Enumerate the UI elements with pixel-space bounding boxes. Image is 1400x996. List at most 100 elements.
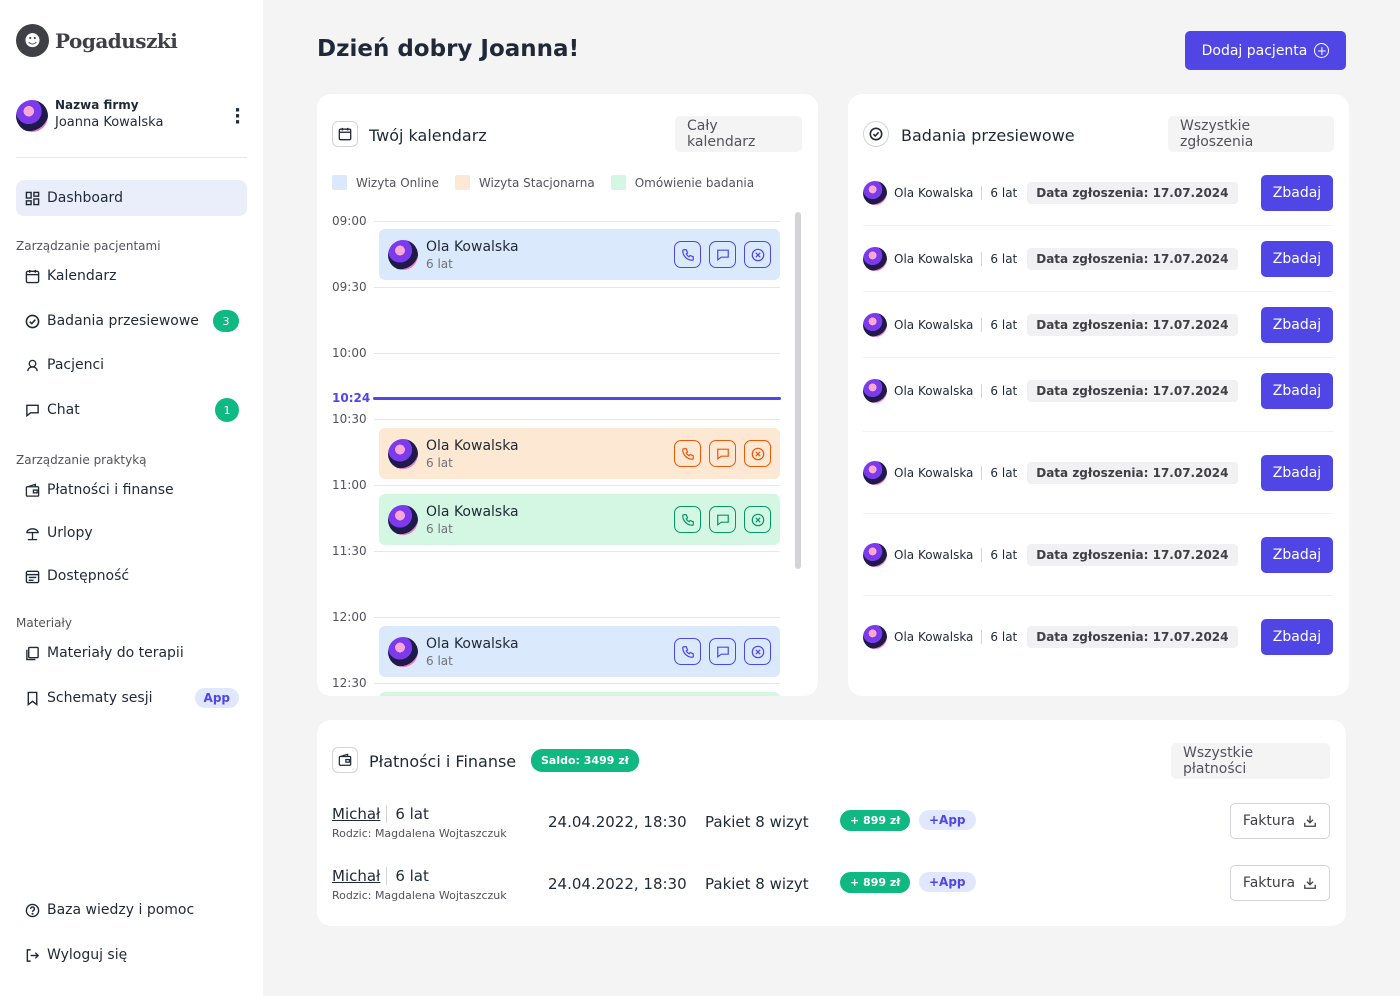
message-icon[interactable] bbox=[709, 440, 736, 467]
check-circle-icon bbox=[24, 313, 40, 329]
legend-swatch-review bbox=[610, 175, 626, 190]
payment-row: Michał 6 lat Rodzic: Magdalena Wojtaszczu… bbox=[332, 803, 1330, 853]
bookmark-icon bbox=[24, 690, 40, 706]
appointment-card-partial[interactable] bbox=[379, 692, 780, 696]
nav-dashboard-label: Dashboard bbox=[47, 190, 123, 206]
more-options-icon[interactable]: · · · bbox=[234, 102, 241, 132]
appointment-patient-age: 6 lat bbox=[426, 653, 453, 668]
submission-date: Data zgłoszenia: 17.07.2024 bbox=[1027, 543, 1238, 566]
nav-screening-label: Badania przesiewowe bbox=[47, 313, 199, 329]
nav-chat-label: Chat bbox=[47, 402, 80, 418]
nav-vacations[interactable]: Urlopy bbox=[16, 515, 247, 551]
appointment-patient-name: Ola Kowalska bbox=[426, 503, 519, 520]
time-line bbox=[374, 287, 780, 288]
add-patient-button[interactable]: Dodaj pacjenta + bbox=[1185, 31, 1346, 70]
submission-date: Data zgłoszenia: 17.07.2024 bbox=[1027, 379, 1238, 402]
phone-icon[interactable] bbox=[674, 440, 701, 467]
invoice-label: Faktura bbox=[1242, 875, 1296, 891]
nav-help[interactable]: Baza wiedzy i pomoc bbox=[16, 892, 247, 928]
nav-logout-label: Wyloguj się bbox=[47, 947, 128, 963]
phone-icon[interactable] bbox=[674, 638, 701, 665]
child-name-link[interactable]: Michał bbox=[332, 867, 380, 885]
patient-avatar bbox=[388, 504, 418, 535]
patient-avatar bbox=[863, 378, 887, 403]
nav-session-schemes[interactable]: Schematy sesji App bbox=[16, 680, 247, 716]
message-icon[interactable] bbox=[709, 638, 736, 665]
legend-online: Wizyta Online bbox=[356, 175, 439, 190]
screening-patient-name: Ola Kowalska bbox=[894, 383, 974, 398]
cancel-circle-icon[interactable] bbox=[744, 440, 771, 467]
current-time-label: 10:24 bbox=[332, 391, 371, 405]
screening-patient-name: Ola Kowalska bbox=[894, 465, 974, 480]
examine-button[interactable]: Zbadaj bbox=[1261, 619, 1333, 655]
invoice-button[interactable]: Faktura bbox=[1230, 865, 1330, 901]
nav-therapy-materials-label: Materiały do terapii bbox=[47, 645, 184, 661]
screening-patient-age: 6 lat bbox=[981, 185, 1017, 200]
phone-icon[interactable] bbox=[674, 241, 701, 268]
examine-button[interactable]: Zbadaj bbox=[1261, 174, 1333, 211]
child-name-link[interactable]: Michał bbox=[332, 805, 380, 823]
nav-chat[interactable]: Chat 1 bbox=[16, 392, 247, 428]
calendar-availability-icon bbox=[24, 568, 40, 584]
screening-patient-age: 6 lat bbox=[981, 251, 1017, 266]
nav-calendar[interactable]: Kalendarz bbox=[16, 258, 247, 294]
nav-payments[interactable]: Płatności i finanse bbox=[16, 472, 247, 508]
nav-dashboard[interactable]: Dashboard bbox=[16, 180, 247, 216]
nav-session-schemes-label: Schematy sesji bbox=[47, 690, 153, 706]
nav-therapy-materials[interactable]: Materiały do terapii bbox=[16, 635, 247, 671]
examine-button[interactable]: Zbadaj bbox=[1261, 536, 1333, 573]
section-materials-heading: Materiały bbox=[16, 616, 72, 630]
payment-amount-badge: + 899 zł bbox=[840, 810, 911, 831]
cancel-circle-icon[interactable] bbox=[744, 241, 771, 268]
logo-text: Pogaduszki bbox=[55, 28, 178, 53]
calendar-scrollbar[interactable] bbox=[795, 212, 801, 569]
full-calendar-button[interactable]: Cały kalendarz bbox=[675, 116, 802, 152]
payment-date: 24.04.2022, 18:30 bbox=[548, 813, 687, 831]
calendar-icon bbox=[332, 121, 358, 147]
invoice-button[interactable]: Faktura bbox=[1230, 803, 1330, 839]
appointment-card[interactable]: Ola Kowalska 6 lat bbox=[379, 626, 780, 677]
message-icon[interactable] bbox=[709, 506, 736, 533]
screening-row: Ola Kowalska 6 lat Data zgłoszenia: 17.0… bbox=[863, 596, 1333, 678]
appointment-card[interactable]: Ola Kowalska 6 lat bbox=[379, 229, 780, 280]
examine-button[interactable]: Zbadaj bbox=[1261, 240, 1333, 277]
nav-logout[interactable]: Wyloguj się bbox=[16, 937, 247, 973]
parent-name: Rodzic: Magdalena Wojtaszczuk bbox=[332, 827, 507, 840]
cancel-circle-icon[interactable] bbox=[744, 638, 771, 665]
payment-child: Michał 6 lat bbox=[332, 867, 429, 885]
examine-button[interactable]: Zbadaj bbox=[1261, 454, 1333, 491]
current-time-indicator bbox=[373, 397, 781, 400]
payment-date: 24.04.2022, 18:30 bbox=[548, 875, 687, 893]
beach-umbrella-icon bbox=[24, 525, 40, 541]
logo[interactable]: ☻ Pogaduszki bbox=[16, 24, 178, 57]
screening-card: Badania przesiewowe Wszystkie zgłoszenia… bbox=[848, 94, 1349, 696]
page-greeting: Dzień dobry Joanna! bbox=[317, 36, 580, 62]
appointment-card[interactable]: Ola Kowalska 6 lat bbox=[379, 494, 780, 545]
nav-patients[interactable]: Pacjenci bbox=[16, 347, 247, 383]
examine-button[interactable]: Zbadaj bbox=[1261, 306, 1333, 343]
screening-patient-name: Ola Kowalska bbox=[894, 317, 974, 332]
all-payments-button[interactable]: Wszystkie płatności bbox=[1171, 743, 1330, 779]
invoice-label: Faktura bbox=[1242, 813, 1296, 829]
user-profile[interactable]: Nazwa firmy Joanna Kowalska · · · bbox=[16, 98, 247, 158]
payment-package: Pakiet 8 wizyt bbox=[705, 875, 809, 893]
legend-review: Omówienie badania bbox=[634, 175, 755, 190]
message-icon[interactable] bbox=[709, 241, 736, 268]
appointment-card[interactable]: Ola Kowalska 6 lat bbox=[379, 428, 780, 479]
examine-button[interactable]: Zbadaj bbox=[1261, 373, 1333, 409]
screening-row: Ola Kowalska 6 lat Data zgłoszenia: 17.0… bbox=[863, 432, 1333, 514]
screening-patient-age: 6 lat bbox=[981, 383, 1017, 398]
download-icon bbox=[1304, 815, 1316, 827]
nav-screening[interactable]: Badania przesiewowe 3 bbox=[16, 303, 247, 339]
cancel-circle-icon[interactable] bbox=[744, 506, 771, 533]
wallet-icon bbox=[332, 747, 358, 773]
screening-patient-age: 6 lat bbox=[981, 465, 1017, 480]
phone-icon[interactable] bbox=[674, 506, 701, 533]
legend-onsite: Wizyta Stacjonarna bbox=[478, 175, 595, 190]
time-label: 11:00 bbox=[332, 478, 367, 492]
sidebar: ☻ Pogaduszki Nazwa firmy Joanna Kowalska… bbox=[0, 0, 263, 996]
nav-availability[interactable]: Dostępność bbox=[16, 558, 247, 594]
time-line bbox=[374, 221, 780, 222]
all-submissions-button[interactable]: Wszystkie zgłoszenia bbox=[1168, 116, 1334, 152]
dashboard-icon bbox=[24, 190, 40, 206]
